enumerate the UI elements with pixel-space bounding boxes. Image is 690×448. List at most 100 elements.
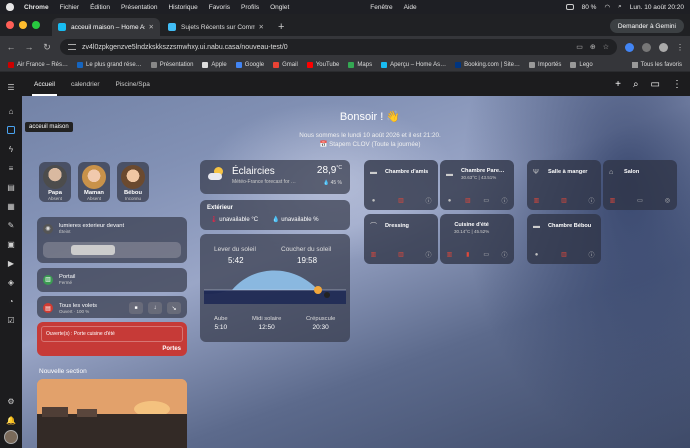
info-icon[interactable]: ⓘ: [501, 251, 508, 259]
profile-avatar-icon[interactable]: [659, 42, 668, 52]
extension-icon[interactable]: [625, 42, 634, 52]
bookmark-star-icon[interactable]: ☆: [603, 43, 609, 51]
assist-icon[interactable]: ▭: [651, 79, 660, 90]
map-icon[interactable]: ◈: [5, 276, 17, 288]
calendar-icon[interactable]: ▦: [5, 200, 17, 212]
menu-icon[interactable]: ☰: [5, 82, 17, 94]
list-icon[interactable]: ≡: [5, 162, 17, 174]
person-card[interactable]: Maman Absent: [78, 162, 110, 202]
battery-icon[interactable]: [565, 4, 574, 10]
menu-kebab-icon[interactable]: ⋮: [676, 43, 684, 52]
bulb-icon[interactable]: ●: [533, 251, 540, 258]
person-card[interactable]: Papa Absent: [39, 162, 71, 202]
shutter-icon[interactable]: ▥: [561, 197, 568, 204]
settings-icon[interactable]: ⚙: [5, 396, 17, 408]
address-bar[interactable]: zv4l0zpkgenzve5lndzkskkszzsmwhxy.ui.nabu…: [60, 39, 617, 55]
clock[interactable]: Lun. 10 août 20:20: [630, 4, 684, 11]
extensions-icon[interactable]: [642, 42, 651, 52]
search-icon[interactable]: ⌕: [618, 3, 622, 11]
room-card-salle-a-manger[interactable]: Ψ Salle à manger ▥ ▥ ⓘ: [527, 160, 601, 210]
shutter-icon[interactable]: ▥: [561, 251, 568, 258]
bookmark-item[interactable]: Booking.com | Site…: [455, 61, 520, 68]
todo-icon[interactable]: ☑: [5, 314, 17, 326]
terminal-icon[interactable]: ▣: [5, 238, 17, 250]
sun-card[interactable]: Lever du soleil 5:42 Coucher du soleil 1…: [200, 234, 350, 342]
light-toggle[interactable]: [43, 242, 181, 258]
menu-fichier[interactable]: Fichier: [60, 4, 80, 11]
shutter-icon[interactable]: ▥: [533, 197, 540, 204]
stop-icon[interactable]: ■: [129, 302, 143, 314]
close-shutter-icon[interactable]: ↓: [148, 302, 162, 314]
menu-app-chrome[interactable]: Chrome: [24, 4, 49, 11]
menu-presentation[interactable]: Présentation: [121, 4, 158, 11]
info-icon[interactable]: ⓘ: [425, 197, 432, 205]
bookmark-item[interactable]: Maps: [348, 61, 372, 68]
menu-onglet[interactable]: Onglet: [270, 4, 289, 11]
add-icon[interactable]: +: [615, 79, 621, 90]
room-card-salon[interactable]: ⌂ Salon ▥ ▭ ◎: [603, 160, 677, 210]
bookmark-item[interactable]: Air France – Rés…: [8, 61, 68, 68]
site-info-icon[interactable]: [68, 44, 76, 50]
more-icon[interactable]: ⋮: [672, 79, 682, 90]
menu-favoris[interactable]: Favoris: [209, 4, 230, 11]
tilt-icon[interactable]: ↘: [167, 302, 181, 314]
person-card[interactable]: Bébou Inconnu: [117, 162, 149, 202]
light-card[interactable]: ◉ lumieres exterieur devant Éteint: [37, 217, 187, 263]
forward-icon[interactable]: →: [24, 42, 34, 52]
tv-icon[interactable]: ▭: [637, 197, 644, 204]
gamepad-icon[interactable]: ◎: [664, 197, 671, 204]
room-card-chambre-parents[interactable]: ▬ Chambre Pare… 30.63°C | 43.51% ● ▥ ▭ ⓘ: [440, 160, 514, 210]
tab-calendrier[interactable]: calendrier: [63, 72, 108, 96]
info-icon[interactable]: ⓘ: [425, 251, 432, 259]
apple-icon[interactable]: [6, 3, 14, 11]
tv-icon[interactable]: ▭: [483, 197, 490, 204]
menu-historique[interactable]: Historique: [168, 4, 197, 11]
tab-community[interactable]: Sujets Récents sur Commun ✕: [162, 18, 270, 36]
tools-icon[interactable]: ✎: [5, 219, 17, 231]
all-bookmarks[interactable]: Tous les favoris: [631, 61, 682, 68]
door-alert-card[interactable]: Ouverte(s) : Porte cuisine d'été Portes: [37, 322, 187, 356]
bookmark-item[interactable]: Le plus grand rése…: [77, 61, 142, 68]
room-card-dressing[interactable]: ⌒ Dressing ▥ ▥ ⓘ: [364, 214, 438, 264]
shutter-icon[interactable]: ▥: [609, 197, 616, 204]
wifi-icon[interactable]: ◠: [604, 3, 610, 11]
info-icon[interactable]: ⓘ: [501, 197, 508, 205]
bookmark-item[interactable]: YouTube: [306, 61, 339, 68]
user-avatar[interactable]: [4, 430, 18, 444]
weather-card[interactable]: Éclaircies Météo-France forecast for … 2…: [200, 160, 350, 194]
dashboard-icon[interactable]: [5, 124, 17, 136]
room-card-chambre-amis[interactable]: ▬ Chambre d'amis ● ▥ ⓘ: [364, 160, 438, 210]
tv-icon[interactable]: ▭: [483, 251, 490, 258]
bookmark-item[interactable]: Apple: [202, 61, 227, 68]
shutter-icon[interactable]: ▥: [398, 251, 405, 258]
history-icon[interactable]: ◔: [5, 295, 17, 307]
bookmark-item[interactable]: Aperçu – Home As…: [381, 61, 446, 68]
room-card-chambre-bebou[interactable]: ▬ Chambre Bébou ● ▥ ⓘ: [527, 214, 601, 264]
energy-icon[interactable]: ϟ: [5, 143, 17, 155]
close-tab-icon[interactable]: ✕: [259, 23, 264, 31]
logbook-icon[interactable]: ▤: [5, 181, 17, 193]
media-icon[interactable]: ▶: [5, 257, 17, 269]
close-window-button[interactable]: [6, 21, 14, 29]
portail-card[interactable]: ▥ Portail Fermé: [37, 268, 187, 292]
bookmark-item[interactable]: Présentation: [150, 61, 193, 68]
info-icon[interactable]: ⓘ: [588, 197, 595, 205]
gemini-button[interactable]: Demander à Gemini: [609, 19, 684, 33]
exterieur-card[interactable]: Extérieur 🌡 unavailable °C 💧 unavailable…: [200, 200, 350, 230]
menu-profils[interactable]: Profils: [241, 4, 259, 11]
bookmark-folder[interactable]: Lego: [570, 61, 593, 68]
volets-card[interactable]: ▤ Tous les volets Ouvert · 100 % ■ ↓ ↘: [37, 296, 187, 318]
bookmark-folder[interactable]: Importés: [529, 61, 561, 68]
bookmark-item[interactable]: Google: [235, 61, 264, 68]
tab-piscine-spa[interactable]: Piscine/Spa: [108, 72, 158, 96]
shutter-icon[interactable]: ▥: [464, 197, 471, 204]
close-tab-icon[interactable]: ✕: [149, 23, 154, 31]
bookmark-item[interactable]: Gmail: [273, 61, 298, 68]
new-tab-button[interactable]: +: [278, 21, 284, 33]
home-icon[interactable]: ⌂: [5, 105, 17, 117]
menu-fenetre[interactable]: Fenêtre: [370, 4, 392, 11]
notifications-icon[interactable]: 🔔: [5, 415, 17, 427]
info-icon[interactable]: ⓘ: [588, 251, 595, 259]
menu-edition[interactable]: Édition: [90, 4, 110, 11]
bulb-icon[interactable]: ●: [370, 197, 377, 204]
